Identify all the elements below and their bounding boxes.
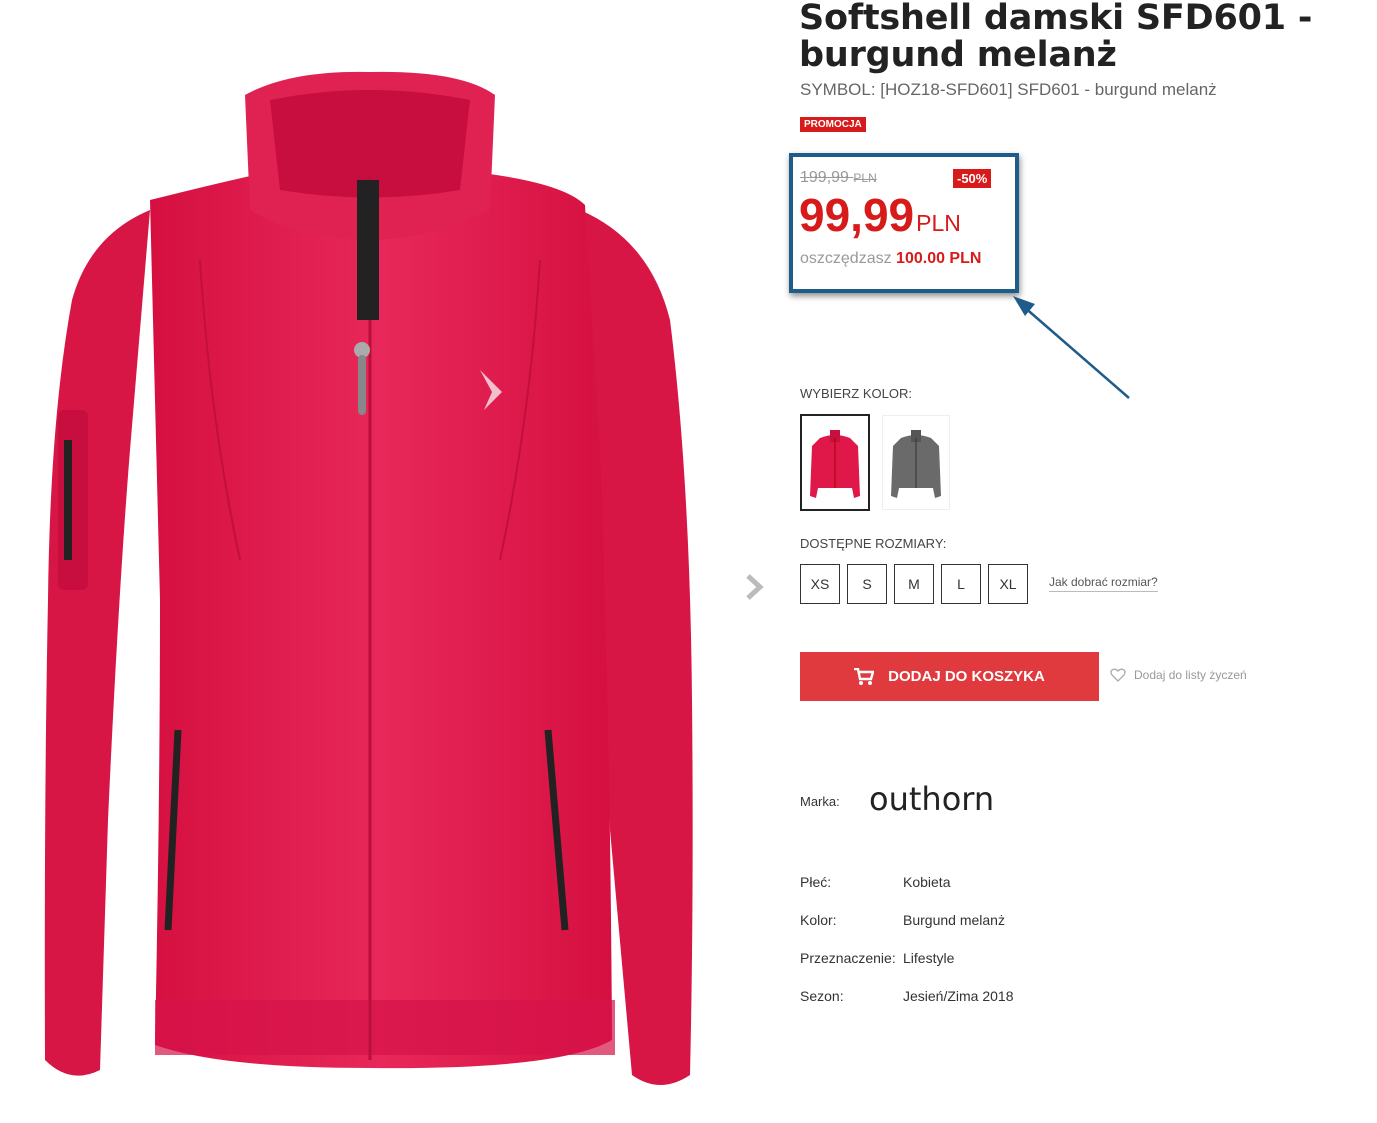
savings-label: oszczędzasz — [800, 250, 892, 267]
size-option-s[interactable]: S — [847, 564, 887, 604]
cart-icon — [854, 667, 875, 685]
wishlist-label: Dodaj do listy życzeń — [1134, 668, 1247, 682]
old-price-currency: PLN — [853, 171, 877, 185]
size-option-xl[interactable]: XL — [988, 564, 1028, 604]
new-price-value: 99,99 — [799, 189, 915, 241]
size-guide-link[interactable]: Jak dobrać rozmiar? — [1049, 575, 1158, 592]
spec-color-key: Kolor: — [800, 912, 837, 928]
old-price: 199,99 PLN — [800, 169, 877, 187]
promo-badge: PROMOCJA — [800, 117, 866, 132]
spec-gender-key: Płeć: — [800, 874, 832, 890]
discount-badge: -50% — [953, 169, 992, 188]
next-image-chevron-icon[interactable] — [742, 570, 768, 604]
spec-purpose-key: Przeznaczenie: — [800, 950, 896, 966]
brand-label: Marka: — [800, 794, 840, 809]
heart-icon — [1110, 668, 1126, 682]
jacket-thumbnail-icon — [810, 430, 860, 498]
jacket-thumbnail-icon — [891, 430, 941, 498]
spec-gender-value: Kobieta — [903, 874, 951, 890]
product-title: Softshell damski SFD601 - burgund melanż — [799, 0, 1313, 75]
add-to-wishlist-link[interactable]: Dodaj do listy życzeń — [1110, 668, 1247, 682]
add-to-cart-button[interactable]: DODAJ DO KOSZYKA — [800, 652, 1099, 701]
brand-logo[interactable]: outhorn — [869, 780, 994, 818]
size-option-l[interactable]: L — [941, 564, 981, 604]
new-price: 99,99PLN — [799, 190, 961, 248]
jacket-illustration — [44, 71, 693, 1085]
spec-season-value: Jesień/Zima 2018 — [903, 988, 1014, 1004]
add-to-cart-label: DODAJ DO KOSZYKA — [888, 668, 1045, 685]
color-swatch-grey[interactable] — [882, 415, 950, 510]
new-price-currency: PLN — [916, 210, 961, 236]
color-selector-label: WYBIERZ KOLOR: — [800, 386, 912, 401]
old-price-value: 199,99 — [800, 169, 849, 186]
product-image — [0, 0, 740, 1118]
annotation-arrow — [1013, 296, 1130, 399]
color-swatch-burgund[interactable] — [800, 414, 870, 511]
product-symbol: SYMBOL: [HOZ18-SFD601] SFD601 - burgund … — [800, 80, 1217, 99]
savings-value: 100.00 PLN — [896, 250, 982, 267]
size-option-xs[interactable]: XS — [800, 564, 840, 604]
spec-purpose-value: Lifestyle — [903, 950, 955, 966]
spec-season-key: Sezon: — [800, 988, 844, 1004]
size-selector-label: DOSTĘPNE ROZMIARY: — [800, 536, 947, 551]
size-option-m[interactable]: M — [894, 564, 934, 604]
spec-color-value: Burgund melanż — [903, 912, 1005, 928]
savings: oszczędzasz 100.00 PLN — [800, 250, 981, 268]
